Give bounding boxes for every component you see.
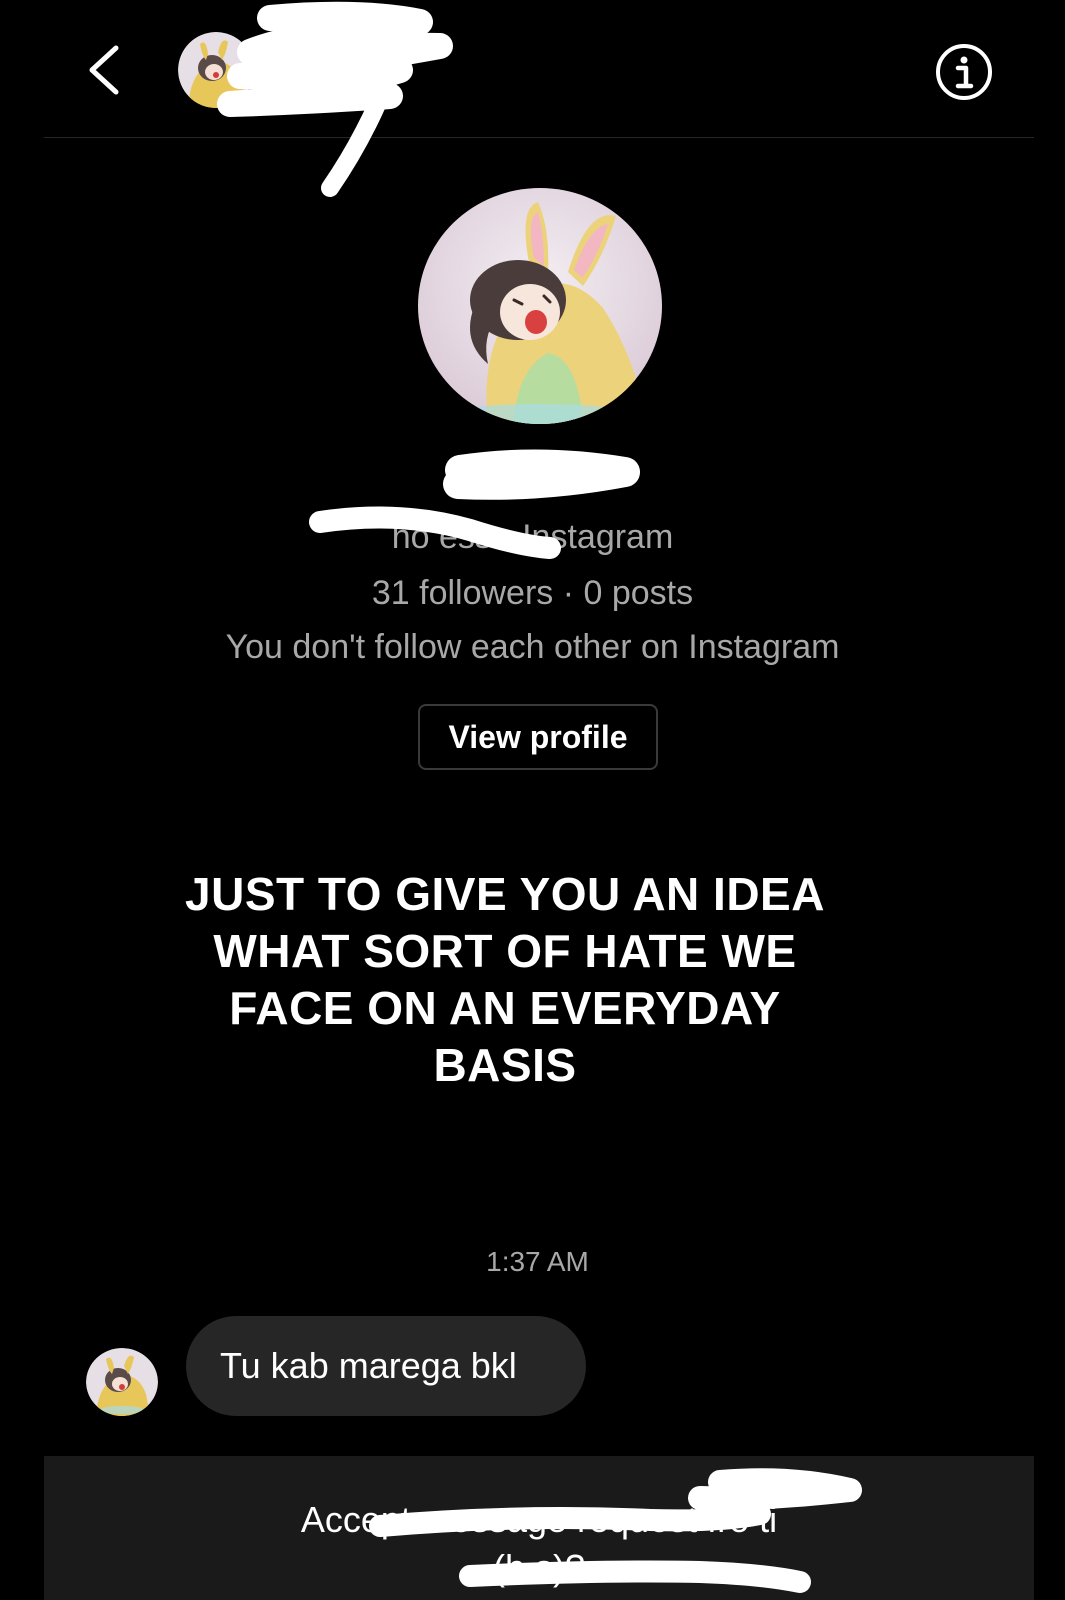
back-button[interactable]: [78, 38, 134, 102]
redaction-stroke: [443, 449, 640, 500]
profile-avatar[interactable]: [418, 188, 662, 424]
avatar-illustration: [86, 1348, 158, 1416]
header-subtitle: ess: [288, 92, 326, 119]
chevron-left-icon: [89, 45, 119, 95]
incoming-message-bubble[interactable]: Tu kab marega bkl: [186, 1316, 586, 1416]
overlay-caption: JUST TO GIVE YOU AN IDEA WHAT SORT OF HA…: [160, 866, 850, 1094]
caption-line: FACE ON AN EVERYDAY: [229, 982, 781, 1034]
sender-avatar[interactable]: [86, 1348, 158, 1416]
avatar-illustration: [178, 32, 254, 108]
avatar-illustration: [418, 188, 662, 424]
info-circle-icon: [936, 44, 992, 100]
info-button[interactable]: [934, 42, 994, 102]
header-divider: [44, 137, 1034, 138]
message-timestamp: 1:37 AM: [486, 1246, 589, 1277]
request-prompt-line: (h s)?: [492, 1547, 586, 1588]
accept-request-prompt: Accept message request fro ti (h s)?: [44, 1496, 1034, 1592]
profile-handle: ho ess · Instagram: [391, 518, 674, 556]
view-profile-button[interactable]: View profile: [418, 704, 658, 770]
caption-line: BASIS: [433, 1039, 577, 1091]
message-request-bar: Accept message request fro ti (h s)?: [44, 1456, 1034, 1600]
message-text: Tu kab marega bkl: [220, 1345, 517, 1386]
header-title[interactable]: ess: [262, 28, 422, 119]
header-avatar[interactable]: [178, 32, 254, 108]
request-prompt-line: Accept message request fro ti: [300, 1499, 778, 1540]
caption-line: WHAT SORT OF HATE WE: [213, 925, 797, 977]
follow-relationship: You don't follow each other on Instagram: [225, 628, 840, 666]
caption-line: JUST TO GIVE YOU AN IDEA: [185, 868, 825, 920]
profile-stats: 31 followers · 0 posts: [371, 574, 694, 612]
